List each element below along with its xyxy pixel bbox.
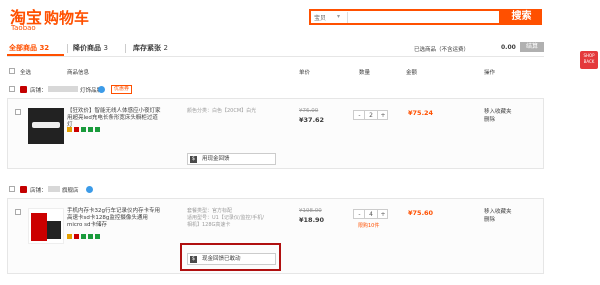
tab-divider bbox=[125, 44, 126, 53]
tab-label: 全部商品 bbox=[9, 44, 37, 52]
decrease-button[interactable]: - bbox=[356, 111, 363, 120]
badge-icon bbox=[74, 127, 79, 132]
search-divider bbox=[347, 12, 348, 23]
tab-divider bbox=[67, 44, 68, 53]
selected-summary-label: 已选商品（不含运费） bbox=[414, 47, 470, 53]
item-checkbox[interactable] bbox=[15, 109, 21, 115]
item-amount: ¥75.60 bbox=[408, 209, 434, 217]
shop-icon bbox=[20, 186, 27, 193]
cash-reward-button[interactable]: $ 用现金回馈 bbox=[187, 153, 276, 165]
product-title[interactable]: 手机内存卡32g行车记录仪内存卡专用高速卡sd卡128g监控摄像头通用micro… bbox=[67, 208, 162, 229]
tab-price-drop[interactable]: 降价商品 3 bbox=[73, 43, 108, 53]
selected-total: 0.00 bbox=[501, 44, 516, 51]
shop-label: 店铺： bbox=[30, 188, 47, 194]
decrease-button[interactable]: - bbox=[356, 210, 363, 219]
col-amount: 金额 bbox=[406, 70, 418, 76]
badge-icon bbox=[74, 234, 79, 239]
move-to-favorites[interactable]: 移入收藏夹 bbox=[484, 208, 512, 216]
quantity-stepper[interactable]: - 2 + bbox=[353, 110, 388, 120]
product-title[interactable]: 【狂欢价】智能无线人体感应小夜灯家用超亮led充电长条形宽床头橱柜过道灯 bbox=[67, 108, 162, 129]
badge-icon bbox=[95, 127, 100, 132]
search-button[interactable]: 搜索 bbox=[501, 9, 542, 25]
badge-icon bbox=[67, 127, 72, 132]
badge-icon bbox=[81, 127, 86, 132]
shop-name-redacted bbox=[48, 186, 60, 192]
item-amount: ¥75.24 bbox=[408, 109, 434, 117]
page-title: 购物车 bbox=[44, 9, 90, 27]
product-attribute: 颜色分类：白色【20CM】白光 bbox=[187, 108, 257, 114]
select-all-checkbox[interactable] bbox=[9, 68, 15, 74]
service-badges bbox=[67, 127, 100, 132]
cash-icon: $ bbox=[190, 156, 197, 163]
tab-label: 库存紧张 bbox=[133, 44, 161, 52]
col-unit-price: 单价 bbox=[299, 70, 311, 76]
tab-count: 2 bbox=[163, 44, 168, 52]
coupon-button[interactable]: 优惠券 bbox=[111, 85, 133, 94]
chat-icon[interactable] bbox=[86, 186, 93, 193]
col-item-info: 商品信息 bbox=[67, 70, 90, 76]
col-quantity: 数量 bbox=[359, 70, 371, 76]
move-to-favorites[interactable]: 移入收藏夹 bbox=[484, 108, 512, 116]
tab-count: 32 bbox=[39, 44, 50, 52]
settle-button[interactable]: 结算 bbox=[520, 42, 544, 52]
taobao-logo-en: Taobao bbox=[11, 24, 36, 32]
chevron-down-icon[interactable]: ▾ bbox=[337, 13, 340, 20]
product-thumbnail[interactable] bbox=[28, 108, 64, 144]
delete-button[interactable]: 删除 bbox=[484, 216, 495, 224]
select-all-label: 全选 bbox=[20, 70, 32, 76]
shop-checkbox[interactable] bbox=[9, 186, 15, 192]
increase-button[interactable]: + bbox=[379, 111, 387, 120]
badge-icon bbox=[81, 234, 86, 239]
search-box[interactable]: 宝贝 ▾ bbox=[309, 9, 501, 25]
original-price: ¥198.00 bbox=[299, 208, 322, 214]
service-badges bbox=[67, 234, 100, 239]
badge-icon bbox=[88, 127, 93, 132]
tab-count: 3 bbox=[103, 44, 108, 52]
purchase-limit: 限购10件 bbox=[358, 223, 380, 229]
cash-reward-label: 用现金回馈 bbox=[202, 156, 230, 162]
product-attribute: 适用型号：U1【记录仪/监控/手机/ bbox=[187, 215, 264, 221]
badge-icon bbox=[88, 234, 93, 239]
badge-icon bbox=[95, 234, 100, 239]
col-actions: 操作 bbox=[484, 70, 496, 76]
highlight-annotation bbox=[180, 243, 281, 271]
current-price: ¥18.90 bbox=[299, 216, 325, 224]
item-checkbox[interactable] bbox=[15, 209, 21, 215]
badge-icon bbox=[67, 234, 72, 239]
shop-back-tag[interactable]: SHOP BACK bbox=[580, 51, 598, 69]
product-thumbnail[interactable] bbox=[28, 208, 64, 244]
shop-label: 店铺： bbox=[30, 88, 47, 94]
shop-name[interactable]: 旗舰店 bbox=[62, 186, 79, 194]
original-price: ¥76.00 bbox=[299, 108, 319, 114]
quantity-input[interactable]: 4 bbox=[364, 210, 378, 219]
quantity-stepper[interactable]: - 4 + bbox=[353, 209, 388, 219]
tab-all-items[interactable]: 全部商品 32 bbox=[9, 43, 49, 53]
search-input[interactable] bbox=[351, 12, 496, 22]
current-price: ¥37.62 bbox=[299, 116, 325, 124]
search-scope[interactable]: 宝贝 bbox=[314, 13, 326, 22]
product-attribute: 相机】128G高速卡 bbox=[187, 222, 231, 228]
product-attribute: 套餐类型：官方标配 bbox=[187, 208, 233, 214]
delete-button[interactable]: 删除 bbox=[484, 116, 495, 124]
shop-name-redacted bbox=[48, 86, 78, 92]
chat-icon[interactable] bbox=[98, 86, 105, 93]
quantity-input[interactable]: 2 bbox=[364, 111, 378, 120]
tabs-divider bbox=[7, 56, 544, 57]
tab-low-stock[interactable]: 库存紧张 2 bbox=[133, 43, 168, 53]
tab-label: 降价商品 bbox=[73, 44, 101, 52]
increase-button[interactable]: + bbox=[379, 210, 387, 219]
shop-icon bbox=[20, 86, 27, 93]
shop-checkbox[interactable] bbox=[9, 86, 15, 92]
